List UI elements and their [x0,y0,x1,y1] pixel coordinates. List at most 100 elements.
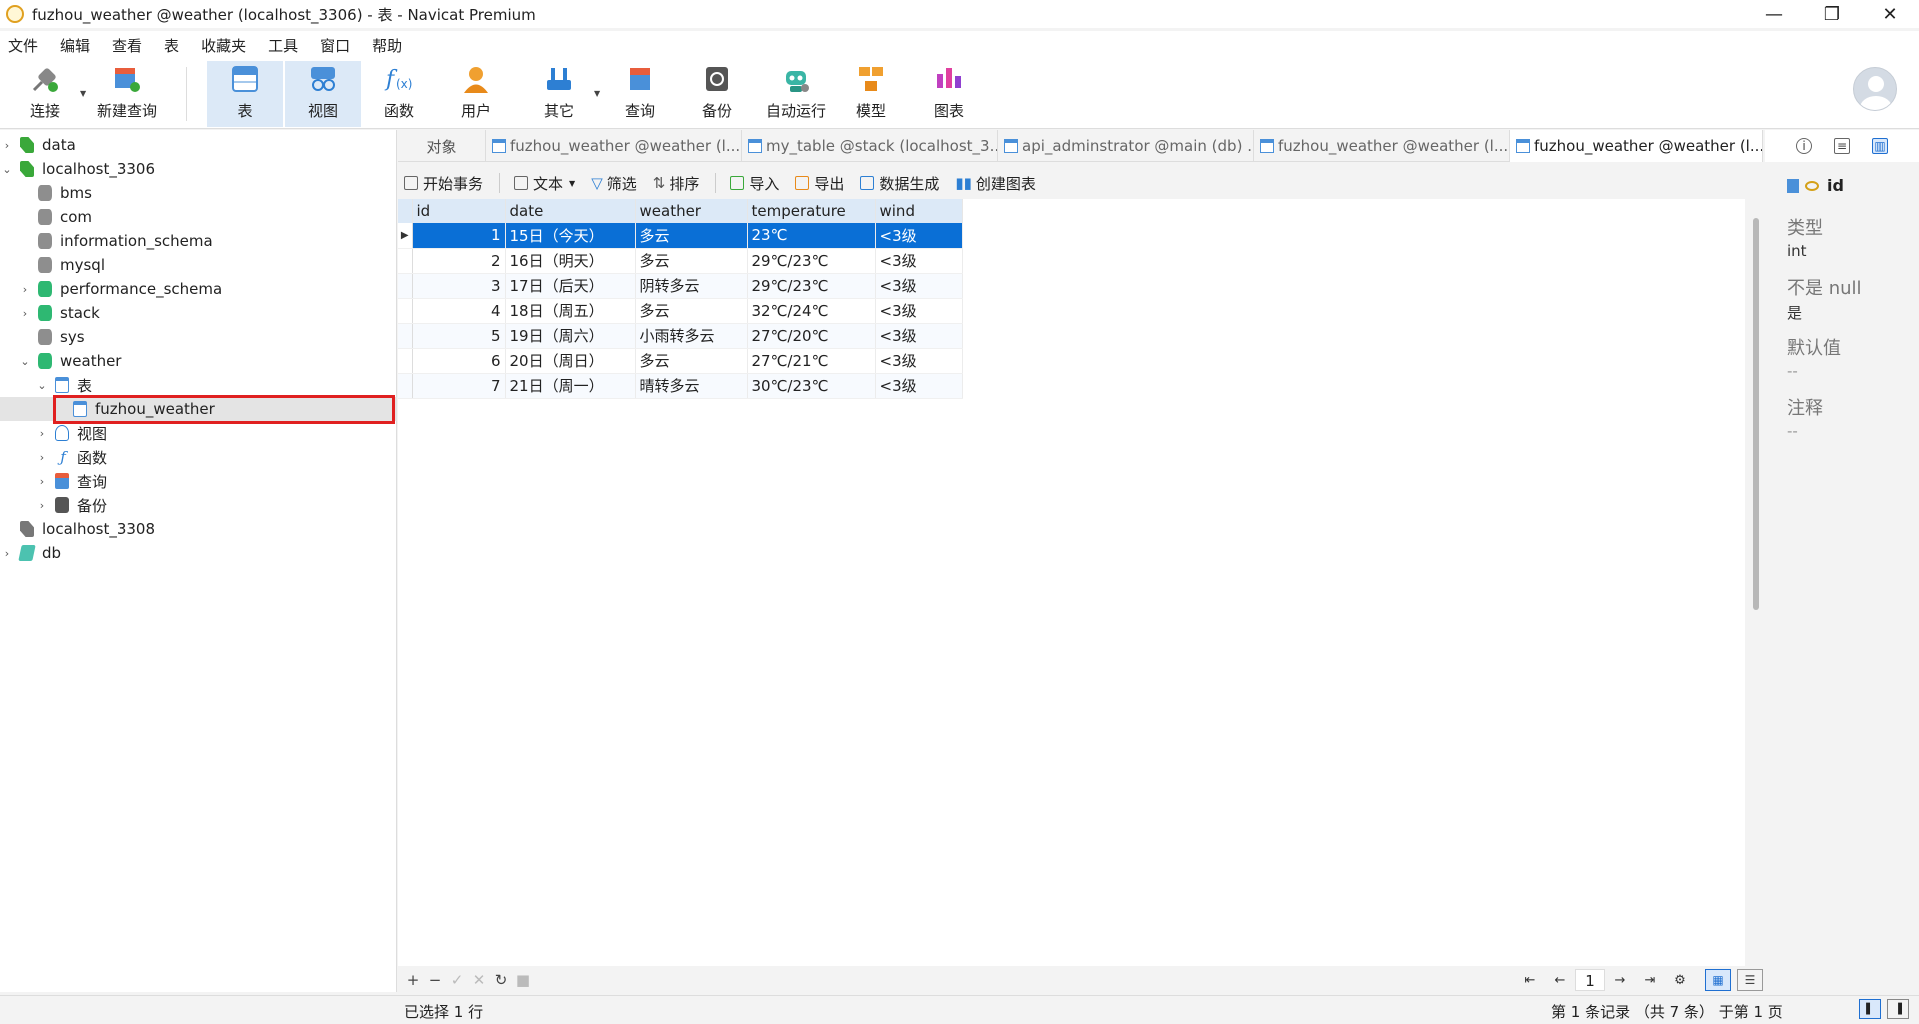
tree-item-sys[interactable]: sys [0,325,397,349]
tree-item-db[interactable]: › db [0,541,397,565]
menu-table[interactable]: 表 [164,35,179,56]
cell-temperature[interactable]: 32℃/24℃ [747,298,876,324]
chevron-right-icon[interactable]: › [35,451,49,464]
cell-weather[interactable]: 多云 [635,298,748,324]
view-button[interactable]: 视图 [285,61,361,127]
chevron-right-icon[interactable]: › [0,139,14,152]
ddl-icon[interactable]: ≡ [1834,138,1850,154]
table-row[interactable]: 3 17日（后天） 阴转多云 29℃/23℃ <3级 [398,273,963,299]
tab-fuzhou-weather-1[interactable]: fuzhou_weather @weather (l... [486,130,742,162]
cell-date[interactable]: 20日（周日） [505,348,636,374]
maximize-button[interactable]: ❐ [1803,0,1861,28]
cell-weather[interactable]: 多云 [635,348,748,374]
tab-fuzhou-weather-2[interactable]: fuzhou_weather @weather (l... [1254,130,1510,162]
tree-item-localhost-3308[interactable]: localhost_3308 [0,517,397,541]
last-page-icon[interactable]: ⇥ [1635,973,1665,988]
cell-date[interactable]: 18日（周五） [505,298,636,324]
stop-icon[interactable]: ■ [512,971,534,989]
tree-item-functions-folder[interactable]: › ƒ 函数 [0,445,397,469]
cell-date[interactable]: 15日（今天） [505,223,636,249]
cell-weather[interactable]: 小雨转多云 [635,323,748,349]
minimize-button[interactable]: — [1745,0,1803,28]
tree-item-data[interactable]: › data [0,133,397,157]
form-view-icon[interactable]: ☰ [1737,969,1763,991]
connect-button[interactable]: 连接 [18,61,72,127]
tree-item-stack[interactable]: › stack [0,301,397,325]
add-record-icon[interactable]: + [402,971,424,989]
column-header-wind[interactable]: wind [875,199,963,223]
menu-favorites[interactable]: 收藏夹 [201,35,246,56]
connect-dropdown-icon[interactable]: ▼ [80,89,86,98]
refresh-icon[interactable]: ↻ [490,971,512,989]
next-page-icon[interactable]: → [1605,973,1635,988]
chevron-down-icon[interactable]: ⌄ [0,163,14,176]
tree-item-weather[interactable]: ⌄ weather [0,349,397,373]
text-button[interactable]: 文本 ▼ [514,173,575,194]
cell-id[interactable]: 3 [412,273,506,299]
import-button[interactable]: 导入 [730,173,779,194]
cell-date[interactable]: 16日（明天） [505,248,636,274]
cell-id[interactable]: 7 [412,373,506,399]
vertical-scrollbar[interactable] [1753,218,1759,610]
tree-item-com[interactable]: com [0,205,397,229]
cell-wind[interactable]: <3级 [875,348,963,374]
sort-button[interactable]: ⇅ 排序 [653,173,700,194]
cell-temperature[interactable]: 29℃/23℃ [747,273,876,299]
column-header-id[interactable]: id [412,199,506,223]
column-header-weather[interactable]: weather [635,199,748,223]
tab-fuzhou-weather-active[interactable]: fuzhou_weather @weather (l... [1510,130,1763,162]
chevron-right-icon[interactable]: › [35,475,49,488]
function-button[interactable]: f (x) 函数 [372,61,426,127]
close-button[interactable]: ✕ [1861,0,1919,28]
delete-record-icon[interactable]: − [424,971,446,989]
settings-gear-icon[interactable]: ⚙ [1665,973,1695,988]
tree-item-views-folder[interactable]: › 视图 [0,421,397,445]
other-button[interactable]: 其它 [532,61,586,127]
menu-help[interactable]: 帮助 [372,35,402,56]
chevron-down-icon[interactable]: ⌄ [18,355,32,368]
chevron-right-icon[interactable]: › [18,283,32,296]
menu-window[interactable]: 窗口 [320,35,350,56]
cell-wind[interactable]: <3级 [875,223,963,249]
begin-transaction-button[interactable]: 开始事务 [404,173,483,194]
tab-my-table[interactable]: my_table @stack (localhost_3... [742,130,998,162]
previous-page-icon[interactable]: ← [1545,973,1575,988]
menu-edit[interactable]: 编辑 [60,35,90,56]
table-row[interactable]: ▶ 1 15日（今天） 多云 23℃ <3级 [398,223,963,249]
menu-view[interactable]: 查看 [112,35,142,56]
user-avatar[interactable] [1853,67,1897,111]
chevron-down-icon[interactable]: ⌄ [35,379,49,392]
backup-button[interactable]: 备份 [690,61,744,127]
tree-item-bms[interactable]: bms [0,181,397,205]
tree-item-performance-schema[interactable]: › performance_schema [0,277,397,301]
model-button[interactable]: 模型 [844,61,898,127]
apply-changes-icon[interactable]: ✓ [446,971,468,989]
discard-changes-icon[interactable]: ✕ [468,971,490,989]
table-row[interactable]: 4 18日（周五） 多云 32℃/24℃ <3级 [398,298,963,324]
tree-item-tables-folder[interactable]: ⌄ 表 [0,373,397,397]
tab-api-adminstrator[interactable]: api_adminstrator @main (db) ... [998,130,1254,162]
cell-id[interactable]: 6 [412,348,506,374]
new-query-button[interactable]: 新建查询 [94,61,160,127]
cell-temperature[interactable]: 23℃ [747,223,876,249]
tree-item-backups-folder[interactable]: › 备份 [0,493,397,517]
field-details-icon[interactable]: ▥ [1872,138,1888,154]
tab-objects[interactable]: 对象 [398,130,486,162]
cell-weather[interactable]: 多云 [635,248,748,274]
cell-wind[interactable]: <3级 [875,273,963,299]
cell-date[interactable]: 17日（后天） [505,273,636,299]
chevron-right-icon[interactable]: › [35,427,49,440]
column-header-temperature[interactable]: temperature [747,199,876,223]
chevron-right-icon[interactable]: › [35,499,49,512]
cell-date[interactable]: 21日（周一） [505,373,636,399]
table-row[interactable]: 7 21日（周一） 晴转多云 30℃/23℃ <3级 [398,373,963,399]
toggle-left-panel-icon[interactable]: ▌ [1859,999,1881,1019]
info-icon[interactable]: i [1796,138,1812,154]
tree-item-queries-folder[interactable]: › 查询 [0,469,397,493]
chevron-right-icon[interactable]: › [0,547,14,560]
cell-id[interactable]: 2 [412,248,506,274]
menu-file[interactable]: 文件 [8,35,38,56]
toggle-right-panel-icon[interactable]: ▐ [1887,999,1909,1019]
user-button[interactable]: 用户 [449,61,503,127]
tree-item-fuzhou-weather[interactable]: fuzhou_weather [0,397,397,421]
